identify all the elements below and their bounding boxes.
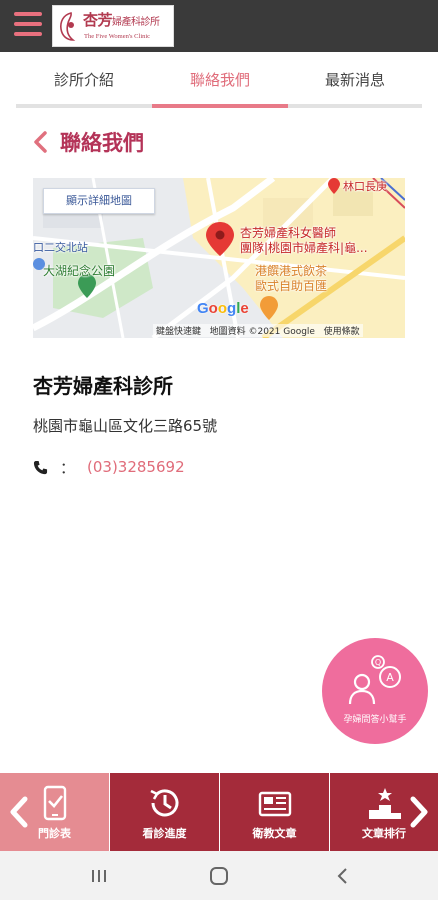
- hamburger-icon[interactable]: [14, 12, 42, 38]
- home-icon[interactable]: [208, 865, 230, 887]
- show-detailed-map-button[interactable]: 顯示詳細地圖: [43, 188, 155, 214]
- svg-text:Q: Q: [375, 658, 381, 667]
- bottom-menu-health-articles[interactable]: 衛教文章: [220, 773, 329, 851]
- logo-title: 杏芳婦產科診所: [83, 11, 160, 29]
- pregnancy-qa-helper-button[interactable]: A Q 孕婦問答小幫手: [322, 638, 428, 744]
- tab-contact-us[interactable]: 聯絡我們: [152, 52, 288, 108]
- clock-progress-icon: [150, 789, 179, 817]
- phone-schedule-icon: [43, 785, 67, 821]
- page-title-row: 聯絡我們: [32, 126, 144, 158]
- system-navigation-bar: [0, 851, 438, 900]
- phone-number-link[interactable]: (03)3285692: [87, 458, 185, 476]
- clinic-address: 桃園市龜山區文化三路65號: [33, 417, 218, 435]
- bottom-menu-clinic-schedule[interactable]: 門診表: [0, 773, 109, 851]
- bottom-menu-label: 門診表: [38, 827, 71, 840]
- terms-of-use-link[interactable]: 使用條款: [324, 327, 360, 337]
- bottom-menu-article-ranking[interactable]: 文章排行: [330, 773, 438, 851]
- arrow-left-icon[interactable]: [8, 795, 30, 829]
- bottom-menu-label: 文章排行: [362, 827, 406, 840]
- map-top-poi-label: 林口長庚: [343, 180, 387, 193]
- active-tab-indicator: [152, 104, 288, 108]
- phone-icon: [33, 460, 48, 474]
- bottom-menu-label: 衛教文章: [252, 827, 297, 840]
- svg-text:A: A: [386, 671, 394, 684]
- chevron-left-icon[interactable]: [32, 130, 50, 154]
- newspaper-icon: [258, 791, 292, 817]
- map-place-label-2: 團隊|桃園市婦產科|龜...: [240, 241, 368, 255]
- phone-row: ： (03)3285692: [33, 456, 185, 478]
- tab-latest-news[interactable]: 最新消息: [288, 52, 422, 108]
- tab-bar: 診所介紹 聯絡我們 最新消息: [16, 52, 422, 108]
- app-header: 杏芳婦產科診所 The Five Women's Clinic: [0, 0, 438, 52]
- logo-subtitle: The Five Women's Clinic: [84, 33, 151, 40]
- logo-mark-icon: [60, 12, 76, 41]
- map-station-label: 口二交北站: [33, 241, 88, 254]
- embedded-map[interactable]: 顯示詳細地圖 杏芳婦產科女醫師 團隊|桃園市婦產科|龜... 口二交北站 大湖紀…: [33, 178, 405, 338]
- bottom-menu: 門診表 看診進度 衛教文章 文章排行: [0, 773, 438, 851]
- map-data-attribution: 地圖資料 ©2021 Google: [209, 327, 315, 337]
- bottom-menu-visit-progress[interactable]: 看診進度: [110, 773, 219, 851]
- chat-question-icon: A Q: [348, 655, 401, 705]
- page-title: 聯絡我們: [60, 131, 144, 155]
- clinic-name: 杏芳婦產科診所: [33, 374, 173, 398]
- keyboard-shortcuts-link[interactable]: 鍵盤快速鍵: [156, 327, 201, 337]
- clinic-logo[interactable]: 杏芳婦產科診所 The Five Women's Clinic: [52, 5, 174, 47]
- tab-clinic-intro[interactable]: 診所介紹: [16, 52, 152, 108]
- phone-separator: ：: [60, 458, 76, 477]
- map-restaurant-label-2: 歐式自助百匯: [255, 279, 328, 293]
- google-logo: Google: [197, 300, 249, 317]
- podium-ranking-icon: [369, 788, 401, 819]
- map-park-label: 大湖紀念公園: [43, 264, 116, 278]
- recent-apps-icon[interactable]: [88, 865, 110, 887]
- map-footer: 鍵盤快速鍵 地圖資料 ©2021 Google 使用條款: [153, 324, 363, 337]
- bottom-menu-label: 看診進度: [142, 827, 187, 840]
- back-icon[interactable]: [332, 865, 354, 887]
- fab-label: 孕婦問答小幫手: [343, 715, 407, 725]
- arrow-right-icon[interactable]: [408, 795, 430, 829]
